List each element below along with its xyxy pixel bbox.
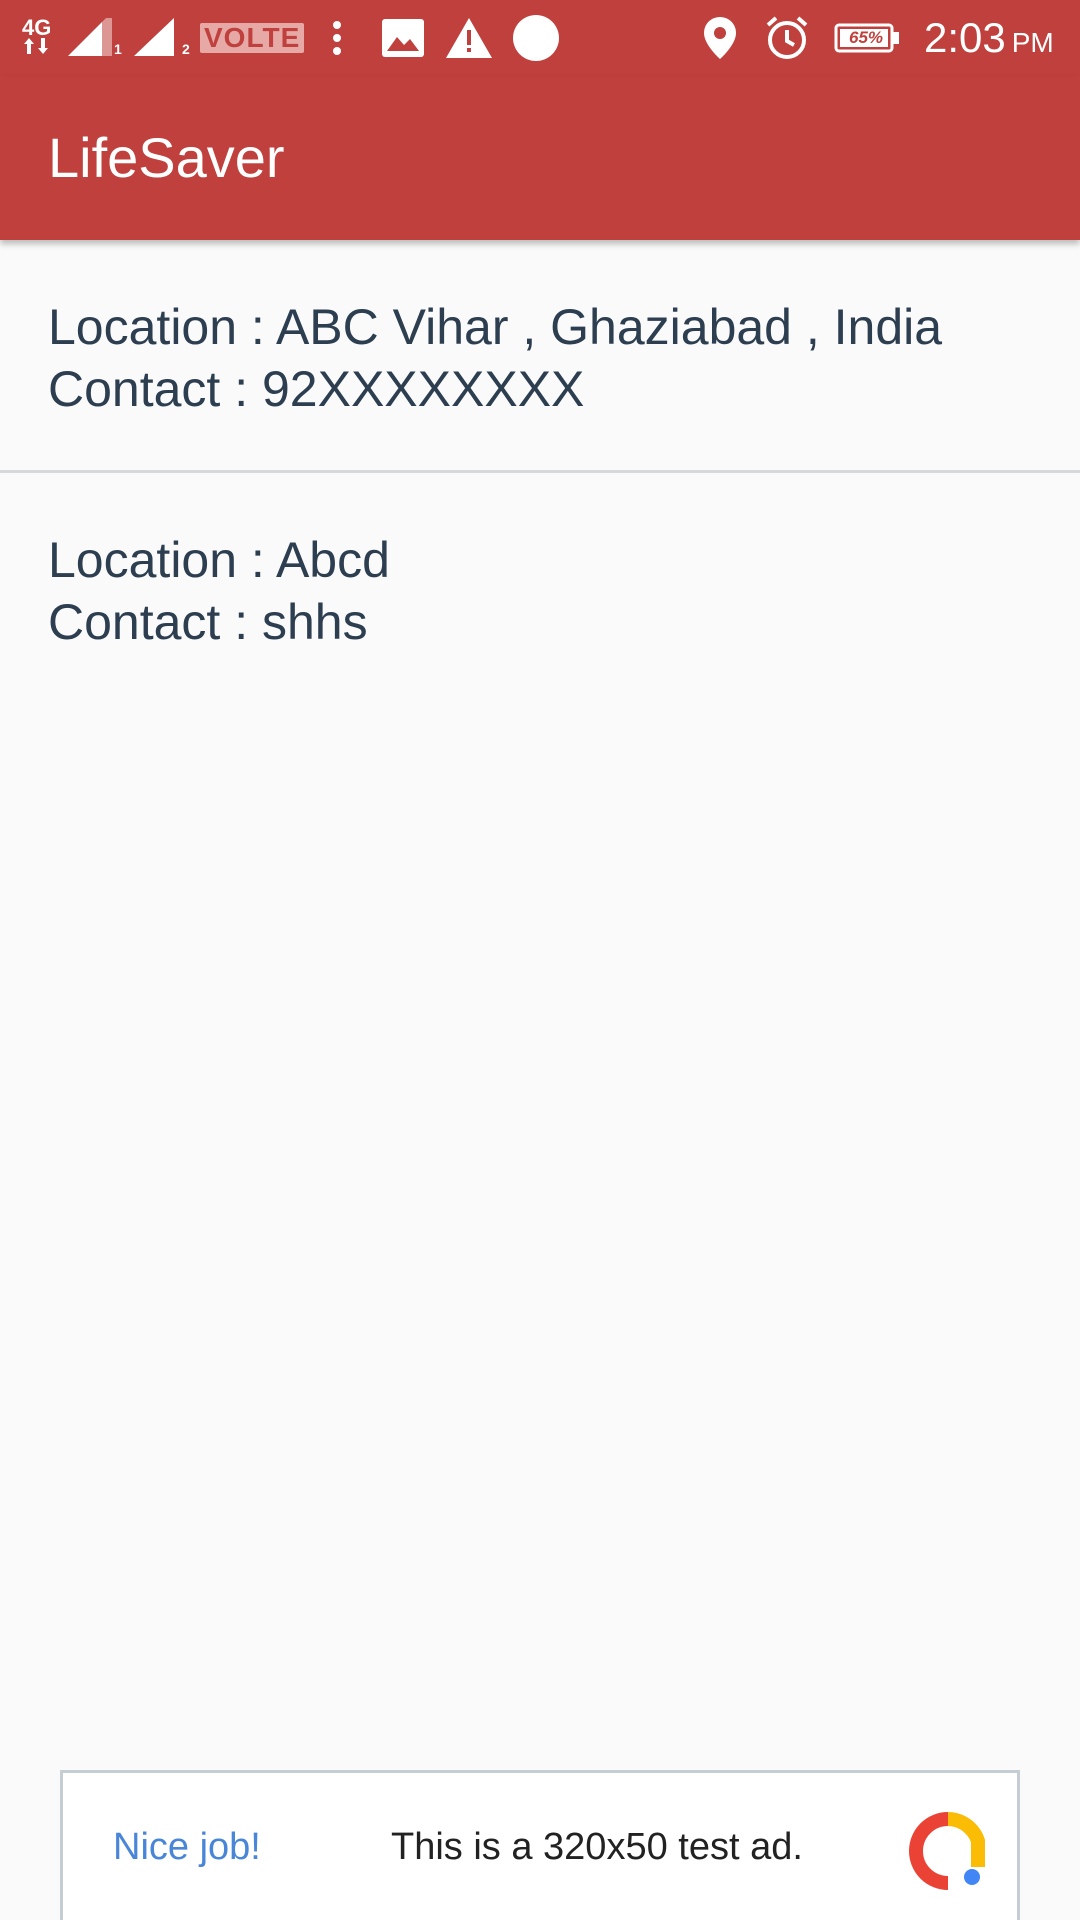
network-indicator: 4G xyxy=(22,0,51,76)
signal-sim1-icon: 1 xyxy=(68,0,122,76)
ad-banner[interactable]: Nice job! This is a 320x50 test ad. xyxy=(60,1770,1020,1920)
network-type-label: 4G xyxy=(22,14,52,40)
app-bar: LifeSaver xyxy=(0,76,1080,240)
alarm-icon xyxy=(764,0,810,76)
locations-list: Location : ABC Vihar , Ghaziabad , India… xyxy=(0,240,1080,713)
volte-badge: VOLTE xyxy=(200,0,305,76)
warning-icon xyxy=(446,0,492,76)
app-title: LifeSaver xyxy=(48,126,285,189)
list-item[interactable]: Location : ABC Vihar , Ghaziabad , India… xyxy=(0,240,1080,473)
item-location: Location : ABC Vihar , Ghaziabad , India xyxy=(48,299,943,355)
item-contact: Contact : 92XXXXXXXX xyxy=(48,361,585,417)
item-location: Location : Abcd xyxy=(48,532,390,588)
more-vertical-icon xyxy=(332,0,342,76)
location-icon xyxy=(704,0,736,76)
image-icon xyxy=(382,0,424,76)
battery-label: 65% xyxy=(848,28,884,47)
ad-text: This is a 320x50 test ad. xyxy=(391,1826,803,1868)
data-arrows-icon xyxy=(24,37,48,54)
battery-icon: 65% xyxy=(834,0,900,76)
ad-logo-icon xyxy=(909,1812,985,1890)
clock-ampm: PM xyxy=(1011,27,1054,58)
clock: 2:03 PM xyxy=(924,0,1054,76)
status-bar: 4G 1 2 VOLTE 65% 2:03 PM xyxy=(0,0,1080,76)
clock-time: 2:03 xyxy=(924,14,1006,61)
signal-sim2-icon: 2 xyxy=(134,0,190,76)
circle-icon xyxy=(512,0,560,76)
ad-nice-label: Nice job! xyxy=(113,1826,261,1868)
item-contact: Contact : shhs xyxy=(48,594,368,650)
list-item[interactable]: Location : Abcd Contact : shhs xyxy=(0,473,1080,713)
